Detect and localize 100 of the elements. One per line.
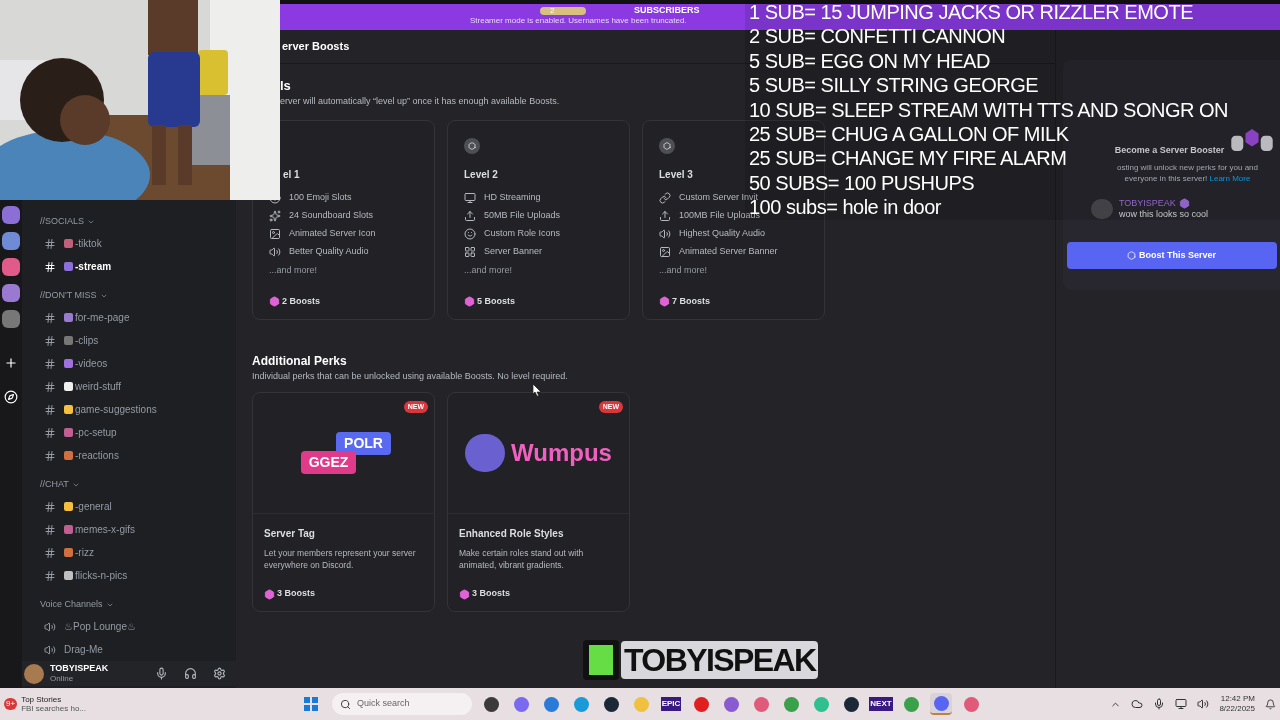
perk-description: Make certain roles stand out with animated, vibrant gradients. <box>459 546 585 571</box>
server-icon[interactable] <box>2 206 20 224</box>
message-author: TOBYISPEAK <box>1119 197 1176 209</box>
tag-art: GGEZ <box>300 450 357 474</box>
emoji-icon <box>64 451 73 460</box>
headphones-icon[interactable] <box>184 667 197 680</box>
boost-cost: 3 Boosts <box>472 587 510 601</box>
channel-item[interactable]: game-suggestions <box>40 398 228 421</box>
channel-item[interactable]: -videos <box>40 352 228 375</box>
goal-line: 5 SUB= SILLY STRING GEORGE <box>749 73 1039 98</box>
boost-server-button[interactable]: Boost This Server <box>1066 242 1277 269</box>
goal-line: 25 SUB= CHUG A GALLON OF MILK <box>749 122 1069 147</box>
cloud-icon[interactable] <box>1131 698 1144 710</box>
channel-item[interactable]: -reactions <box>40 444 228 467</box>
channel-item[interactable]: ♨Pop Lounge♨ <box>40 615 228 638</box>
chevron-icon <box>71 481 80 489</box>
perk-title: Server Tag <box>264 526 316 541</box>
perk-description: Let your members represent your server everywhere on Discord. <box>264 546 417 571</box>
channel-item[interactable]: for-me-page <box>40 306 228 329</box>
user-avatar[interactable] <box>24 663 44 684</box>
boost-cost: 2 Boosts <box>282 295 320 308</box>
learn-more-link[interactable]: Learn More <box>1209 173 1251 183</box>
sparkle-icon <box>269 209 281 222</box>
goal-line: 50 SUBS= 100 PUSHUPS <box>749 170 975 194</box>
level-badge-icon <box>464 137 480 154</box>
perk-text: Highest Quality Audio <box>679 226 766 240</box>
cursor-icon <box>533 384 541 396</box>
channel-item[interactable]: -tiktok <box>40 232 228 255</box>
microphone-icon[interactable] <box>1153 698 1166 710</box>
emoji-icon <box>64 405 73 414</box>
hash-icon <box>44 380 56 393</box>
booster-title: Become a Server Booster <box>1114 144 1225 157</box>
emoji-icon <box>64 262 73 271</box>
news-badge: 9+ <box>4 698 18 710</box>
microphone-icon[interactable] <box>155 667 168 680</box>
upload-icon <box>464 209 476 222</box>
perk-text: Animated Server Icon <box>289 226 376 240</box>
channel-item[interactable]: memes-x-gifs <box>40 518 228 541</box>
channel-item[interactable]: weird-stuff <box>40 375 228 398</box>
settings-icon[interactable] <box>213 667 226 680</box>
category-header[interactable]: //CHAT <box>40 475 228 495</box>
perk-text: 24 Soundboard Slots <box>289 208 374 222</box>
category-header[interactable]: //DON'T MISS <box>40 286 228 306</box>
link-icon <box>659 191 671 204</box>
emoji-icon <box>64 336 73 345</box>
perk-text: HD Streaming <box>484 190 541 204</box>
hash-icon <box>44 569 56 582</box>
hash-icon <box>44 334 56 347</box>
channel-item[interactable]: -pc-setup <box>40 421 228 444</box>
goal-count: 2 <box>540 6 586 15</box>
channel-item[interactable]: -general <box>40 495 228 518</box>
category-header[interactable]: Voice Channels <box>40 595 228 615</box>
channel-item[interactable]: -clips <box>40 329 228 352</box>
windows-icon[interactable] <box>304 697 318 711</box>
perk-text: Animated Server Banner <box>679 244 778 258</box>
search-field[interactable]: Quick search <box>332 693 472 715</box>
channel-item[interactable]: -rizz <box>40 541 228 564</box>
server-icon[interactable] <box>2 258 20 276</box>
emoji-icon <box>64 428 73 437</box>
monitor-icon[interactable] <box>1175 698 1188 710</box>
channel-item[interactable]: Drag-Me <box>40 638 228 661</box>
goal-line: 5 SUB= EGG ON MY HEAD <box>749 48 990 74</box>
perk-text: Better Quality Audio <box>289 244 369 258</box>
hash-icon <box>44 357 56 370</box>
server-icon[interactable] <box>2 232 20 250</box>
streamer-logo: TOBYISPEAK <box>621 641 819 679</box>
bell-icon[interactable] <box>1265 698 1276 710</box>
server-icon[interactable] <box>2 310 20 328</box>
speaker-icon <box>659 227 671 240</box>
emoji-icon <box>64 359 73 368</box>
compass-icon[interactable] <box>4 390 18 404</box>
user-status: Online <box>50 674 75 685</box>
clock[interactable]: 12:42 PM 8/22/2025 <box>1219 694 1255 714</box>
perk-text: 100 Emoji Slots <box>289 190 352 204</box>
emoji-icon <box>64 502 73 511</box>
speaker-icon <box>44 620 56 633</box>
tag-art: POLR <box>336 431 391 455</box>
level-title: Level 2 <box>464 167 499 182</box>
section-subtitle: Individual perks that can be unlocked using available Boosts. No level required. <box>252 370 568 382</box>
more-text: ...and more! <box>269 263 319 277</box>
hash-icon <box>44 449 56 462</box>
face-icon <box>464 227 476 240</box>
boost-gem-icon <box>659 296 670 308</box>
booster-description: osting will unlock new perks for you and everyone in this server! Learn More <box>1116 161 1259 184</box>
goal-label: SUBSCRIBERS <box>634 6 700 15</box>
category-header[interactable]: //SOCIALS <box>40 212 228 232</box>
username: TOBYISPEAK <box>50 662 110 675</box>
goal-line: 2 SUB= CONFETTI CANNON <box>749 24 1006 49</box>
level-badge-icon <box>659 137 675 154</box>
speaker-icon[interactable] <box>1197 698 1210 710</box>
server-icon[interactable] <box>2 284 20 302</box>
channel-item[interactable]: -stream <box>40 255 228 278</box>
add-server-icon[interactable] <box>4 356 18 370</box>
hash-icon <box>44 311 56 324</box>
boost-gem-icon <box>264 588 275 600</box>
perk-text: Custom Role Icons <box>484 226 561 240</box>
channel-item[interactable]: flicks-n-pics <box>40 564 228 587</box>
boost-gem-icon <box>459 588 470 600</box>
hash-icon <box>44 260 56 273</box>
more-text: ...and more! <box>464 263 514 277</box>
